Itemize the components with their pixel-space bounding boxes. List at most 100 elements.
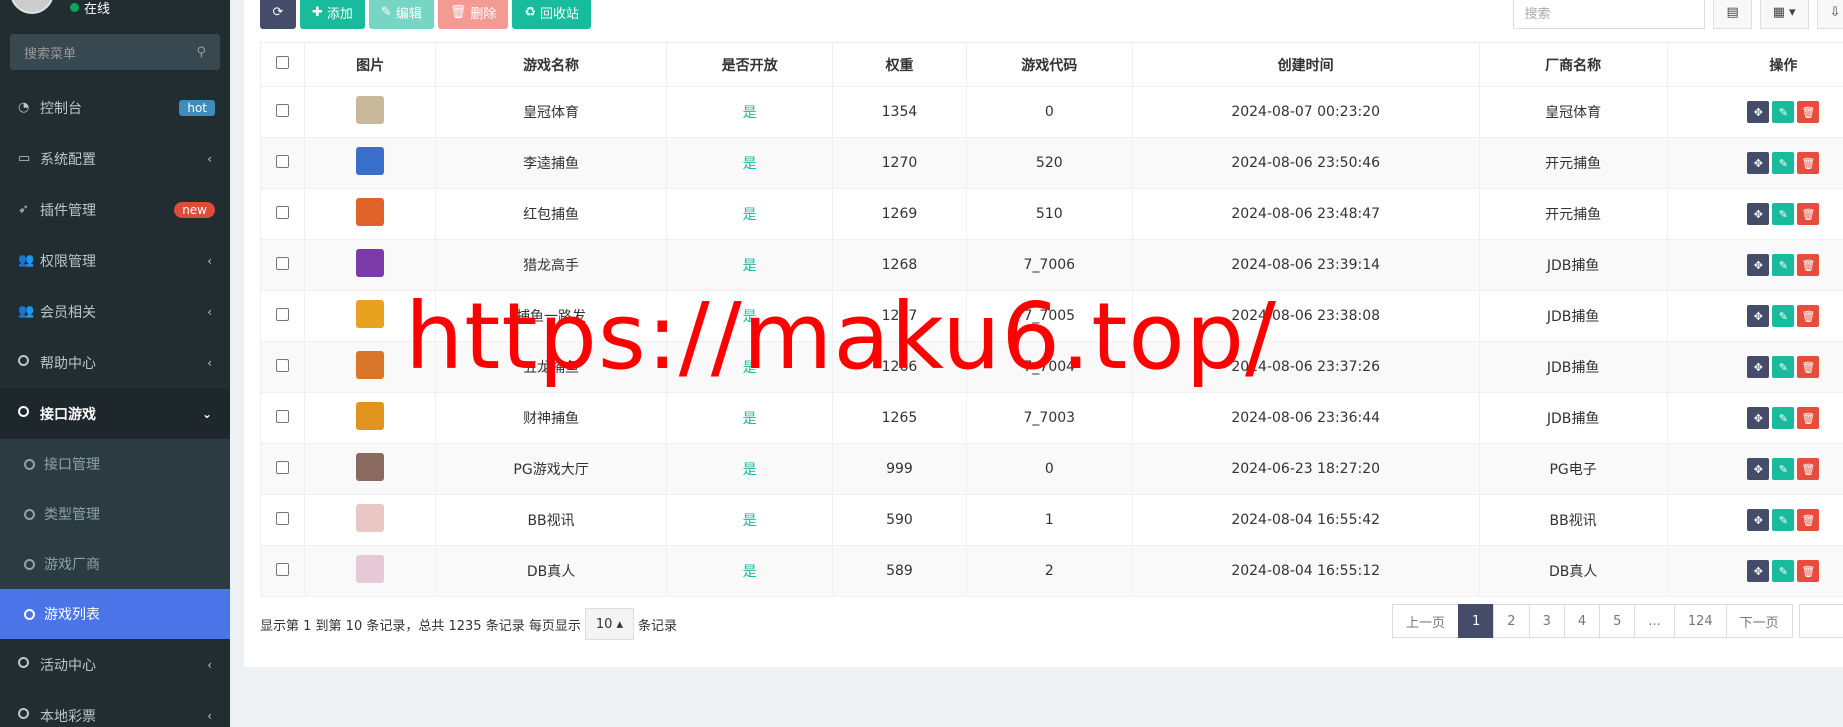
row-delete-button[interactable]: 🗑 <box>1797 101 1820 123</box>
jump-page-input[interactable] <box>1798 604 1843 638</box>
table-row[interactable]: 红包捕鱼是 1269 510 2024-08-06 23:48:47 开元捕鱼 ✥ ✎ 🗑 <box>259 188 1843 240</box>
page-button[interactable]: 1 <box>1458 604 1495 638</box>
row-checkbox[interactable] <box>276 409 290 423</box>
column-header[interactable]: 游戏代码 <box>965 42 1133 87</box>
export-button[interactable]: ⇩▾ <box>1816 0 1843 29</box>
row-checkbox[interactable] <box>276 358 290 372</box>
refresh-button[interactable]: ⟳ <box>260 0 296 29</box>
open-cell[interactable]: 是 <box>666 443 834 495</box>
column-header[interactable]: 游戏名称 <box>434 42 668 87</box>
open-cell[interactable]: 是 <box>666 392 834 444</box>
open-cell[interactable]: 是 <box>666 545 834 597</box>
drag-sort-button[interactable]: ✥ <box>1747 152 1770 174</box>
row-checkbox[interactable] <box>276 103 290 117</box>
game-thumbnail[interactable] <box>356 300 385 328</box>
column-header[interactable]: 厂商名称 <box>1478 42 1668 87</box>
row-edit-button[interactable]: ✎ <box>1772 305 1795 327</box>
row-checkbox[interactable] <box>276 460 290 474</box>
row-edit-button[interactable]: ✎ <box>1772 458 1795 480</box>
toggle-view-button[interactable]: ▤ <box>1713 0 1752 29</box>
column-header[interactable]: 权重 <box>832 42 967 87</box>
row-delete-button[interactable]: 🗑 <box>1797 407 1820 429</box>
sidebar-item-plugins[interactable]: ➶ 插件管理 new <box>0 184 230 235</box>
row-edit-button[interactable]: ✎ <box>1772 509 1795 531</box>
row-delete-button[interactable]: 🗑 <box>1797 560 1820 582</box>
open-cell[interactable]: 是 <box>666 86 834 138</box>
row-edit-button[interactable]: ✎ <box>1772 560 1795 582</box>
sidebar-subitem-type-manage[interactable]: 类型管理 <box>0 489 230 539</box>
game-thumbnail[interactable] <box>356 351 385 379</box>
game-thumbnail[interactable] <box>356 198 385 226</box>
sidebar-item-dashboard[interactable]: ◔ 控制台 hot <box>0 82 230 133</box>
row-checkbox[interactable] <box>276 205 290 219</box>
columns-button[interactable]: ▦ ▾ <box>1759 0 1809 29</box>
row-delete-button[interactable]: 🗑 <box>1797 152 1820 174</box>
sidebar-item-lottery[interactable]: 本地彩票 ‹ <box>0 690 230 727</box>
page-button[interactable]: 3 <box>1528 604 1565 638</box>
sidebar-item-activities[interactable]: 活动中心 ‹ <box>0 639 230 690</box>
page-button[interactable]: 2 <box>1493 604 1530 638</box>
drag-sort-button[interactable]: ✥ <box>1747 101 1770 123</box>
row-checkbox[interactable] <box>276 511 290 525</box>
column-header[interactable]: 是否开放 <box>666 42 834 87</box>
search-icon[interactable]: ⚲ <box>196 45 206 60</box>
page-button[interactable]: 124 <box>1673 604 1727 638</box>
table-search-input[interactable]: 搜索 <box>1513 0 1706 29</box>
row-edit-button[interactable]: ✎ <box>1772 254 1795 276</box>
column-header[interactable]: 创建时间 <box>1131 42 1480 87</box>
open-cell[interactable]: 是 <box>666 137 834 189</box>
row-delete-button[interactable]: 🗑 <box>1797 254 1820 276</box>
table-row[interactable]: BB视讯是 590 1 2024-08-04 16:55:42 BB视讯 ✥ ✎ 🗑 <box>259 494 1843 546</box>
row-edit-button[interactable]: ✎ <box>1772 203 1795 225</box>
menu-search-input[interactable]: 搜索菜单 ⚲ <box>10 34 220 70</box>
row-delete-button[interactable]: 🗑 <box>1797 356 1820 378</box>
sidebar-item-help[interactable]: 帮助中心 ‹ <box>0 337 230 388</box>
game-thumbnail[interactable] <box>356 249 385 277</box>
drag-sort-button[interactable]: ✥ <box>1747 407 1770 429</box>
row-checkbox[interactable] <box>276 256 290 270</box>
game-thumbnail[interactable] <box>356 147 385 175</box>
recycle-bin-button[interactable]: ♻ 回收站 <box>512 0 592 29</box>
sidebar-subitem-api-manage[interactable]: 接口管理 <box>0 439 230 489</box>
prev-page-button[interactable]: 上一页 <box>1392 604 1460 638</box>
page-button[interactable]: 5 <box>1599 604 1636 638</box>
open-cell[interactable]: 是 <box>666 494 834 546</box>
next-page-button[interactable]: 下一页 <box>1725 604 1793 638</box>
drag-sort-button[interactable]: ✥ <box>1747 305 1770 327</box>
game-thumbnail[interactable] <box>356 555 385 583</box>
game-thumbnail[interactable] <box>356 504 385 532</box>
row-edit-button[interactable]: ✎ <box>1772 152 1795 174</box>
row-edit-button[interactable]: ✎ <box>1772 101 1795 123</box>
row-delete-button[interactable]: 🗑 <box>1797 305 1820 327</box>
game-thumbnail[interactable] <box>356 453 385 481</box>
row-delete-button[interactable]: 🗑 <box>1797 509 1820 531</box>
game-thumbnail[interactable] <box>356 402 385 430</box>
table-row[interactable]: PG游戏大厅是 999 0 2024-06-23 18:27:20 PG电子 ✥ ✎ 🗑 <box>259 443 1843 495</box>
drag-sort-button[interactable]: ✥ <box>1747 509 1770 531</box>
row-checkbox[interactable] <box>276 562 290 576</box>
drag-sort-button[interactable]: ✥ <box>1747 254 1770 276</box>
game-thumbnail[interactable] <box>356 96 385 124</box>
column-header[interactable]: 图片 <box>304 42 436 87</box>
edit-button[interactable]: ✎ 编辑 <box>368 0 434 29</box>
table-row[interactable]: 李逵捕鱼是 1270 520 2024-08-06 23:50:46 开元捕鱼 ✥ ✎ 🗑 <box>259 137 1843 189</box>
row-delete-button[interactable]: 🗑 <box>1797 458 1820 480</box>
delete-button[interactable]: 🗑 删除 <box>437 0 509 29</box>
row-edit-button[interactable]: ✎ <box>1772 356 1795 378</box>
select-all-checkbox[interactable] <box>276 56 290 69</box>
drag-sort-button[interactable]: ✥ <box>1747 560 1770 582</box>
page-button[interactable]: 4 <box>1563 604 1601 638</box>
table-row[interactable]: DB真人是 589 2 2024-08-04 16:55:12 DB真人 ✥ ✎ 🗑 <box>259 545 1843 597</box>
sidebar-item-system-config[interactable]: ▭ 系统配置 ‹ <box>0 133 230 184</box>
drag-sort-button[interactable]: ✥ <box>1747 356 1770 378</box>
sidebar-item-api-games[interactable]: 接口游戏 ⌄ <box>0 388 230 439</box>
drag-sort-button[interactable]: ✥ <box>1747 203 1770 225</box>
per-page-select[interactable]: 10 ▴ <box>584 608 635 640</box>
row-edit-button[interactable]: ✎ <box>1772 407 1795 429</box>
row-checkbox[interactable] <box>276 154 290 168</box>
row-delete-button[interactable]: 🗑 <box>1797 203 1820 225</box>
open-cell[interactable]: 是 <box>666 188 834 240</box>
avatar[interactable] <box>10 0 54 14</box>
sidebar-item-permissions[interactable]: 👥 权限管理 ‹ <box>0 235 230 286</box>
drag-sort-button[interactable]: ✥ <box>1747 458 1770 480</box>
